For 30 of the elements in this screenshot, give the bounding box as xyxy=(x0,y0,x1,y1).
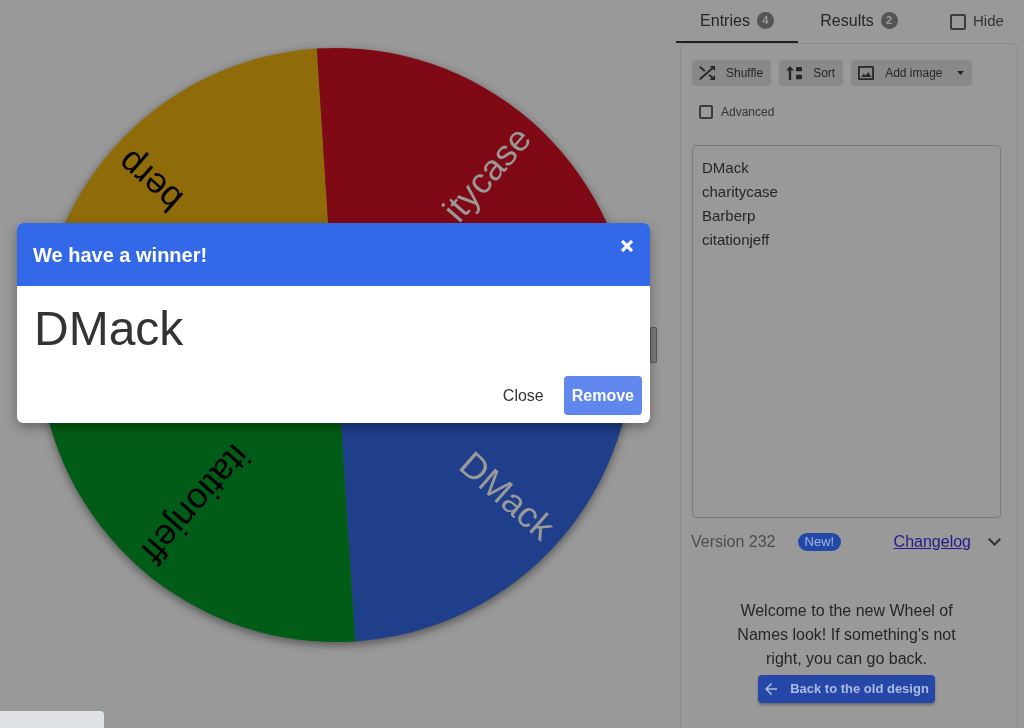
changelog-link[interactable]: Changelog xyxy=(893,530,971,554)
advanced-checkbox[interactable] xyxy=(699,105,713,119)
chevron-down-icon[interactable] xyxy=(988,538,1001,546)
version-text: Version 232 xyxy=(691,532,776,552)
arrow-left-icon xyxy=(765,683,778,695)
back-button[interactable]: Back to the old design xyxy=(758,675,935,703)
toolbar-button[interactable]: Shuffle xyxy=(692,60,772,86)
close-text-button[interactable]: Close xyxy=(502,383,544,408)
hide-checkbox[interactable] xyxy=(950,13,966,30)
remove-button[interactable]: Remove xyxy=(563,376,642,415)
toolbar-button[interactable]: Sort xyxy=(779,60,844,86)
count-badge: 2 xyxy=(880,12,898,29)
hide-label: Hide xyxy=(973,11,1004,32)
tab[interactable]: Results 2 xyxy=(798,0,920,43)
new-badge: New! xyxy=(797,533,842,551)
caret-icon xyxy=(956,71,964,75)
entries-field[interactable]: DMack charitycase Barberp citationjeff xyxy=(692,145,1001,518)
winner-name: DMack xyxy=(34,301,185,357)
image-icon xyxy=(858,66,875,80)
close-button[interactable] xyxy=(621,240,633,252)
tab[interactable]: Entries 4 xyxy=(676,0,798,43)
pointer-icon xyxy=(650,327,657,363)
close-icon xyxy=(621,240,633,252)
add-image-dropdown[interactable]: Add image xyxy=(851,60,972,86)
advanced-label: Advanced xyxy=(721,104,775,121)
count-badge: 4 xyxy=(756,12,774,29)
welcome-message: Welcome to the new Wheel of Names look! If something's not right, you can go back. xyxy=(736,601,957,669)
shuffle-icon xyxy=(699,66,715,80)
sort-icon xyxy=(786,66,803,80)
dialog-title: We have a winner! xyxy=(33,242,208,267)
